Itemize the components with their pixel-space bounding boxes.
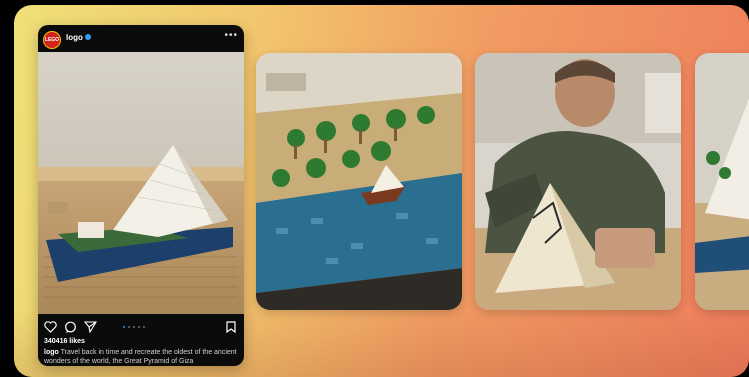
post-username[interactable]: logo <box>66 33 83 42</box>
carousel-dots <box>123 326 145 328</box>
carousel-dot[interactable] <box>123 326 125 328</box>
caption-username[interactable]: logo <box>44 349 59 356</box>
carousel-dot[interactable] <box>143 326 145 328</box>
carousel-dot[interactable] <box>133 326 135 328</box>
likes-count[interactable]: 340416 likes <box>44 338 85 345</box>
avatar[interactable]: LEGO <box>43 31 61 49</box>
carousel-card-peek[interactable] <box>695 53 749 310</box>
carousel-dot[interactable] <box>138 326 140 328</box>
post-image[interactable] <box>38 52 244 314</box>
post-header: LEGO logo ••• <box>38 25 244 52</box>
heart-icon[interactable] <box>44 320 57 338</box>
caption-text: Travel back in time and recreate the old… <box>44 349 237 365</box>
instagram-post: LEGO logo ••• 340416 likes logo Travel b… <box>38 25 244 366</box>
carousel-card-builder[interactable] <box>475 53 681 310</box>
bookmark-icon[interactable] <box>226 320 236 338</box>
promo-stage: LEGO logo ••• 340416 likes logo Travel b… <box>14 5 749 377</box>
peek-photo <box>695 53 749 310</box>
builder-photo <box>475 53 681 310</box>
carousel-card-nile-diorama[interactable] <box>256 53 462 310</box>
comment-icon[interactable] <box>64 320 77 338</box>
share-icon[interactable] <box>83 320 97 338</box>
carousel-dot[interactable] <box>128 326 130 328</box>
more-icon[interactable]: ••• <box>224 30 238 41</box>
post-caption: logo Travel back in time and recreate th… <box>44 348 238 366</box>
verified-icon <box>85 34 91 40</box>
nile-diorama-photo <box>256 53 462 310</box>
post-actions <box>38 318 244 336</box>
pyramid-photo <box>38 52 244 314</box>
